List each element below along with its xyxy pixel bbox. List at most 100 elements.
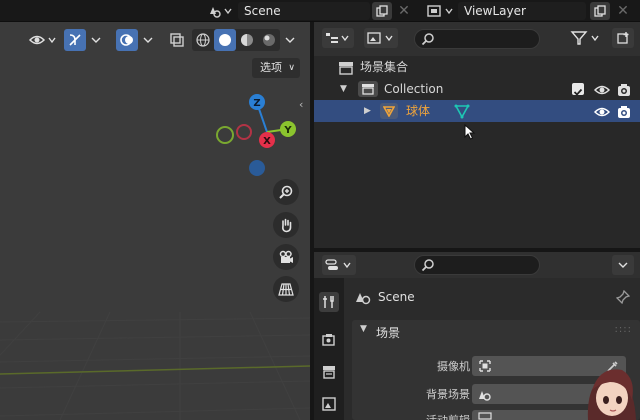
new-view-layer-button[interactable] xyxy=(590,2,610,20)
camera-view-button[interactable] xyxy=(273,244,299,270)
chevron-down-icon xyxy=(618,262,628,268)
overlays-toggle-button[interactable] xyxy=(116,29,138,51)
view-layer-icon[interactable] xyxy=(424,2,458,20)
render-icon xyxy=(322,334,335,346)
display-mode-button[interactable] xyxy=(364,28,398,48)
navigation-gizmo[interactable]: Z Y X xyxy=(210,88,300,188)
avatar xyxy=(580,360,640,420)
new-scene-button[interactable] xyxy=(372,2,392,20)
viewport-header xyxy=(0,22,310,56)
chevron-down-icon xyxy=(91,37,101,43)
camera-icon xyxy=(279,250,293,263)
duplicate-icon xyxy=(594,5,606,17)
overlays-dropdown-button[interactable] xyxy=(140,29,156,51)
wireframe-sphere-icon xyxy=(196,33,210,47)
tab-tool[interactable] xyxy=(319,292,339,312)
chevron-down-icon: ∨ xyxy=(288,63,295,73)
disclosure-collapsed-icon[interactable]: ▶ xyxy=(364,100,371,122)
properties-context: Scene xyxy=(352,288,632,308)
options-dropdown[interactable]: 选项 ∨ xyxy=(252,58,300,78)
material-shading-button[interactable] xyxy=(236,29,258,51)
z-axis-label: Z xyxy=(253,98,260,109)
x-axis-label: X xyxy=(263,136,271,147)
rendered-shading-button[interactable] xyxy=(258,29,280,51)
neg-x-axis-handle[interactable] xyxy=(236,124,252,140)
wireframe-shading-button[interactable] xyxy=(192,29,214,51)
properties-tabs xyxy=(314,278,344,420)
gizmo-toggle-button[interactable] xyxy=(64,29,86,51)
rendered-sphere-icon xyxy=(263,34,275,46)
movie-clip-icon xyxy=(478,412,492,420)
scene-selector-icon[interactable] xyxy=(205,2,235,20)
tab-output[interactable] xyxy=(319,362,339,382)
zoom-icon xyxy=(279,185,293,199)
chevron-down-icon xyxy=(143,37,153,43)
drag-handle-icon[interactable]: :::: xyxy=(615,324,632,335)
delete-view-layer-icon[interactable]: ✕ xyxy=(614,2,632,20)
collection-icon xyxy=(358,81,378,97)
view-layer-icon xyxy=(322,397,336,411)
xray-toggle-button[interactable] xyxy=(166,29,188,51)
checkmark-icon xyxy=(573,88,583,96)
material-sphere-icon xyxy=(241,34,253,46)
pin-icon[interactable] xyxy=(616,290,630,304)
panel-expanded-icon: ▼ xyxy=(360,324,367,334)
scene-panel-title: 场景 xyxy=(376,326,401,340)
mesh-data-icon[interactable] xyxy=(454,103,470,126)
eye-icon[interactable] xyxy=(593,104,611,126)
properties-search-input[interactable] xyxy=(414,255,540,275)
exclude-checkbox[interactable] xyxy=(572,83,584,96)
outliner-row-label: 场景集合 xyxy=(360,60,409,74)
background-scene-label: 背景场景 xyxy=(426,388,470,401)
solid-sphere-icon xyxy=(219,34,231,46)
gizmo-dropdown-button[interactable] xyxy=(88,29,104,51)
zoom-button[interactable] xyxy=(273,179,299,205)
options-label: 选项 xyxy=(260,61,282,74)
outliner-header xyxy=(314,22,640,56)
output-icon xyxy=(323,366,335,379)
scene-title: Scene xyxy=(378,290,415,304)
floor-grid xyxy=(0,311,310,420)
duplicate-icon xyxy=(376,5,388,17)
properties-header xyxy=(314,252,640,278)
new-collection-button[interactable] xyxy=(612,28,634,48)
outliner-row-label: Collection xyxy=(384,82,444,96)
xray-icon xyxy=(170,33,184,47)
neg-z-axis-handle[interactable] xyxy=(249,160,265,176)
properties-editor-type-button[interactable] xyxy=(322,255,356,275)
tool-icon xyxy=(323,296,334,308)
toggle-perspective-button[interactable] xyxy=(273,276,299,302)
tab-view-layer[interactable] xyxy=(319,394,339,414)
editor-type-button[interactable] xyxy=(322,28,354,48)
properties-icon xyxy=(325,259,351,270)
properties-options-button[interactable] xyxy=(612,255,634,275)
shading-dropdown-button[interactable] xyxy=(282,29,298,51)
pan-button[interactable] xyxy=(273,212,299,238)
scene-panel-header[interactable]: ▼ 场景 :::: xyxy=(352,320,640,344)
scene-icon xyxy=(479,391,491,401)
filter-icon xyxy=(570,31,599,45)
neg-y-axis-handle[interactable] xyxy=(216,126,234,144)
outliner-row-scene-collection[interactable]: 场景集合 xyxy=(314,56,640,78)
tab-render[interactable] xyxy=(319,330,339,350)
active-clip-label: 活动剪辑 xyxy=(350,412,470,420)
outliner-row-sphere[interactable]: ▶ 球体 xyxy=(314,100,640,122)
filter-button[interactable] xyxy=(570,28,608,48)
overlays-icon xyxy=(120,34,133,46)
delete-scene-icon[interactable]: ✕ xyxy=(395,2,413,20)
view-layer-name-field[interactable]: ViewLayer xyxy=(458,2,586,20)
outliner-row-collection[interactable]: ▼ Collection xyxy=(314,78,640,100)
3d-viewport[interactable]: 选项 ∨ ‹ Z Y X xyxy=(0,22,310,420)
scene-icon xyxy=(356,293,371,305)
new-collection-icon xyxy=(617,32,629,44)
outliner-search-input[interactable] xyxy=(414,29,540,49)
solid-shading-button[interactable] xyxy=(214,29,236,51)
mesh-object-icon xyxy=(380,103,398,119)
disclosure-expanded-icon[interactable]: ▼ xyxy=(340,78,347,100)
scene-name-field[interactable]: Scene xyxy=(238,2,370,20)
object-visibility-button[interactable] xyxy=(26,29,60,51)
outliner-row-label: 球体 xyxy=(406,104,431,118)
render-camera-icon[interactable] xyxy=(617,104,631,126)
grid-icon xyxy=(278,283,294,296)
gizmo-icon xyxy=(69,34,81,46)
